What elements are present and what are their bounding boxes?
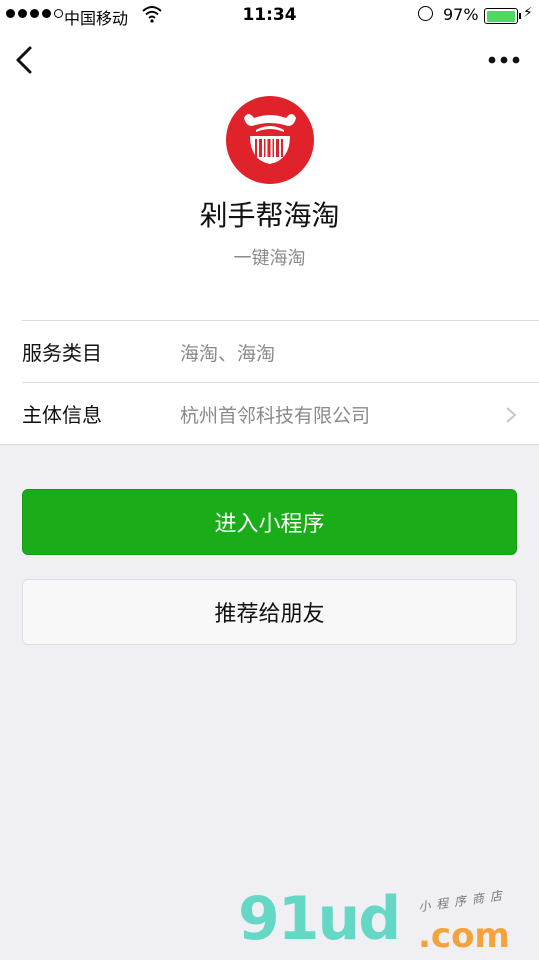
row-value: 海淘、海淘: [180, 343, 276, 365]
back-button[interactable]: [10, 42, 42, 78]
more-dots-icon: [488, 56, 520, 64]
app-logo: [226, 96, 314, 184]
info-row-entity[interactable]: 主体信息 杭州首邻科技有限公司: [0, 383, 539, 445]
watermark-logo: 91ud: [238, 884, 401, 954]
divider: [0, 444, 539, 445]
charging-icon: ⚡: [523, 5, 533, 21]
chevron-left-icon: [16, 46, 32, 74]
battery-level: [486, 10, 515, 22]
enter-mini-program-button[interactable]: 进入小程序: [22, 489, 517, 555]
row-value: 杭州首邻科技有限公司: [180, 405, 371, 427]
recommend-to-friends-button[interactable]: 推荐给朋友: [22, 579, 517, 645]
row-label: 主体信息: [22, 403, 102, 427]
battery-percent: 97%: [443, 5, 479, 24]
row-label: 服务类目: [22, 341, 102, 365]
battery-tip: [519, 13, 521, 19]
watermark: 91ud 小程序商店 .com: [238, 886, 538, 960]
battery-icon: [484, 8, 518, 24]
app-name: 剁手帮海淘: [199, 199, 340, 232]
watermark-subtitle: 小程序商店: [417, 887, 509, 915]
app-description: 一键海淘: [233, 248, 306, 269]
chevron-right-icon: [506, 407, 517, 423]
more-button[interactable]: [482, 48, 526, 72]
watermark-domain: .com: [418, 916, 510, 956]
orientation-lock-icon: [418, 6, 433, 21]
status-bar: 中国移动 11:34 97% ⚡: [0, 0, 539, 32]
info-row-service-category: 服务类目 海淘、海淘: [0, 321, 539, 383]
